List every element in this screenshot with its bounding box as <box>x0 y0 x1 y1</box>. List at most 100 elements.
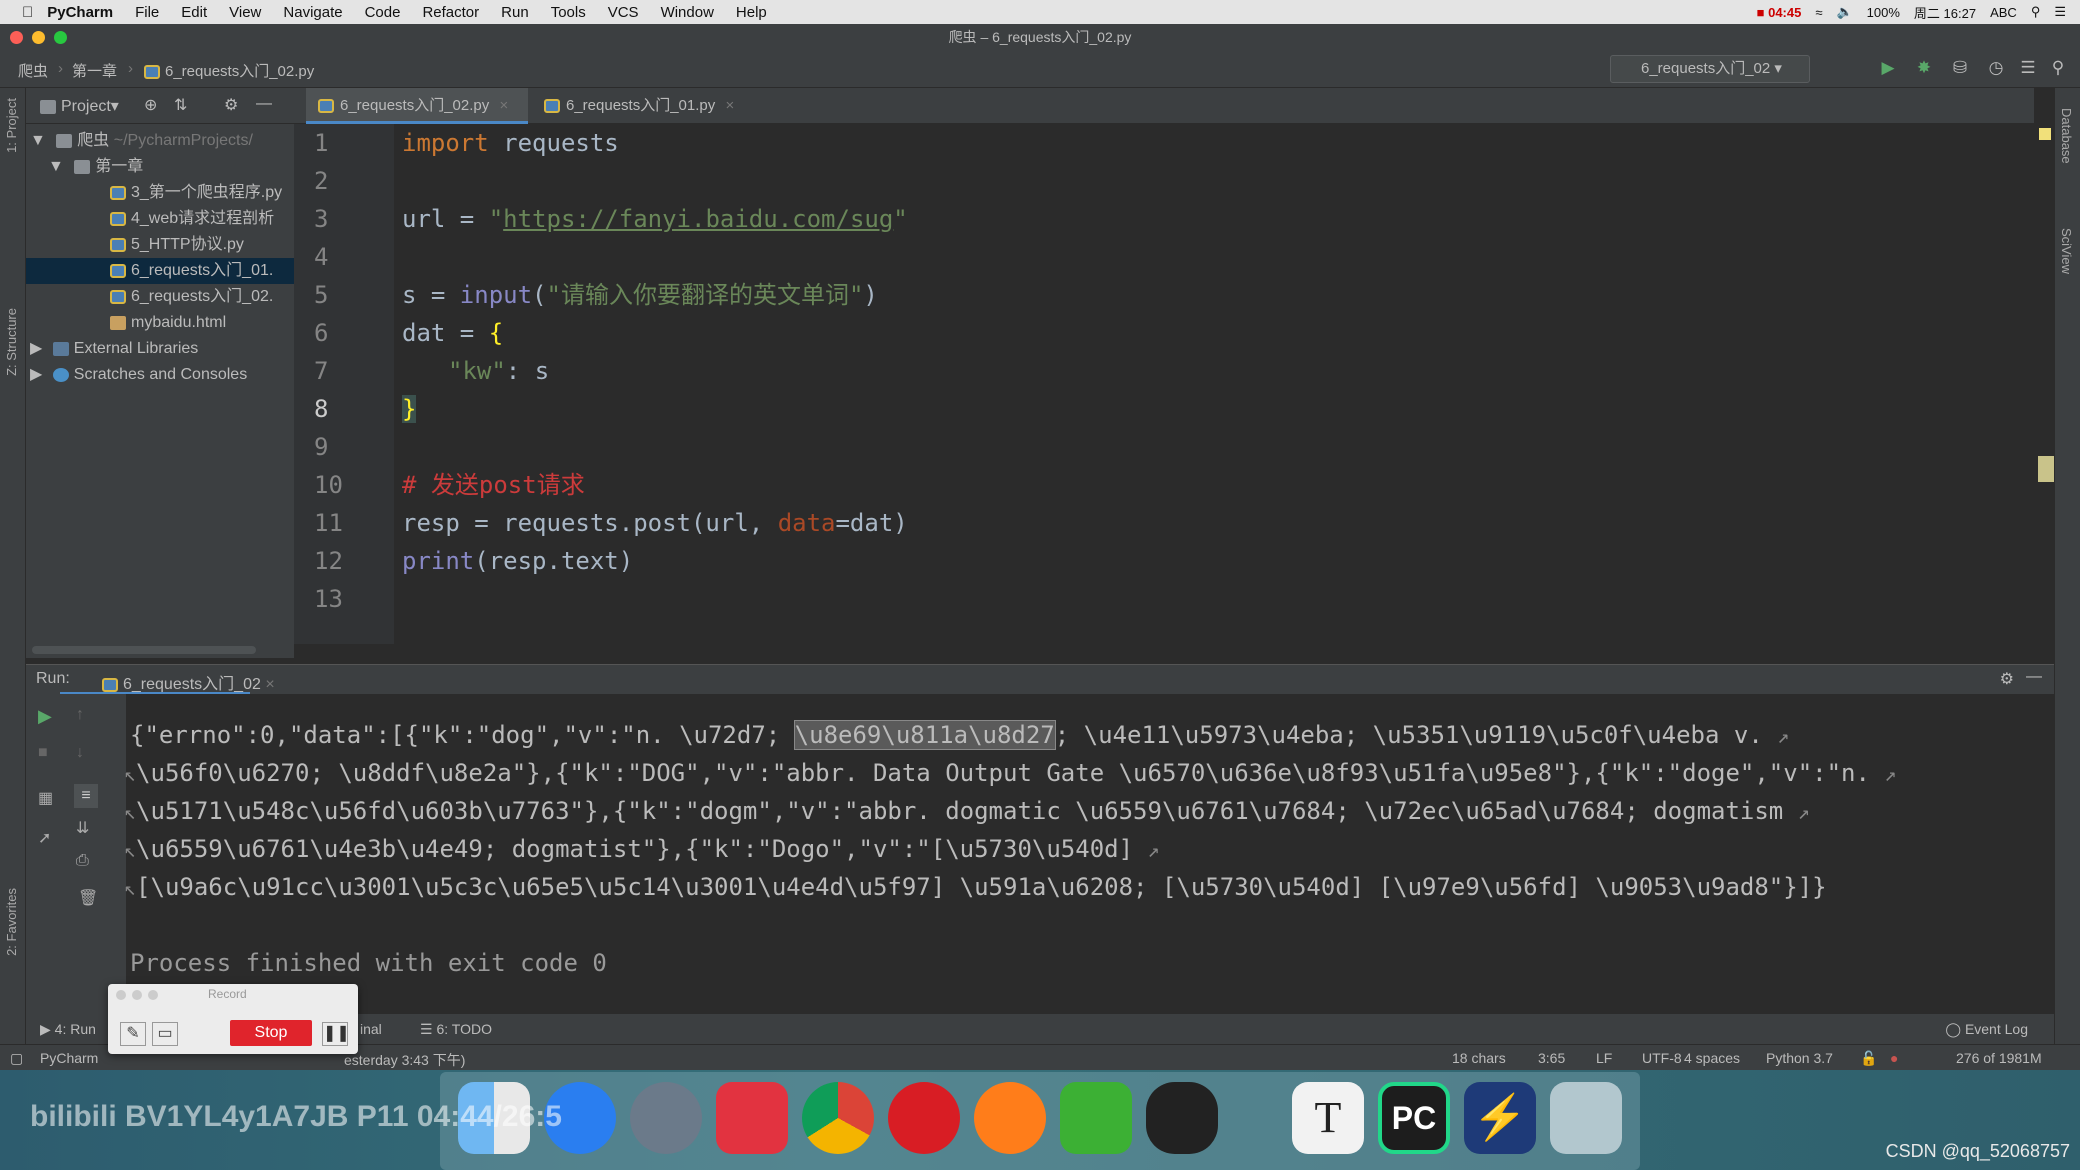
menu-tools[interactable]: Tools <box>551 4 586 21</box>
code-editor[interactable]: import requests url = "https://fanyi.bai… <box>394 124 2034 644</box>
tree-item-file[interactable]: 6_requests入门_02. <box>26 284 294 310</box>
project-view-select[interactable]: Project▾ <box>40 96 119 116</box>
apple-icon[interactable]:  <box>22 4 33 21</box>
typora-icon[interactable]: T <box>1292 1082 1364 1154</box>
menu-file[interactable]: File <box>135 4 159 21</box>
status-line-separator[interactable]: LF <box>1596 1050 1612 1066</box>
trash-icon[interactable]: 🗑 <box>78 888 98 908</box>
build-icon[interactable]: ☰ <box>2018 58 2038 78</box>
database-tool-tab[interactable]: Database <box>2059 108 2074 164</box>
close-tab-icon[interactable]: × <box>499 97 508 114</box>
firefox-icon[interactable] <box>974 1082 1046 1154</box>
pin-icon[interactable]: ➚ <box>38 828 51 848</box>
run-icon[interactable]: ▶ <box>1878 58 1898 78</box>
editor-horizontal-scrollbar[interactable] <box>32 646 256 654</box>
menu-help[interactable]: Help <box>736 4 767 21</box>
spotlight-search-icon[interactable]: ⚲ <box>2031 4 2041 20</box>
tree-item-chapter[interactable]: ▼ 第一章 <box>26 154 294 180</box>
pycharm-icon[interactable]: PC <box>1378 1082 1450 1154</box>
tree-item-file[interactable]: mybaidu.html <box>26 310 294 336</box>
status-toggle-icon[interactable]: ▢ <box>10 1050 23 1067</box>
minimize-window-button[interactable] <box>32 31 45 44</box>
menu-app-name[interactable]: PyCharm <box>47 4 113 21</box>
annotate-icon[interactable]: ✎ <box>120 1022 146 1046</box>
editor-vertical-scrollbar[interactable] <box>2034 124 2054 644</box>
collapse-all-icon[interactable]: ⇅ <box>174 95 187 115</box>
coverage-icon[interactable]: ⛁ <box>1950 58 1970 78</box>
event-log-button[interactable]: ◯ Event Log <box>1945 1021 2028 1038</box>
record-indicator[interactable]: ■ 04:45 <box>1757 5 1802 20</box>
thunder-icon[interactable]: ⚡ <box>1464 1082 1536 1154</box>
qq-icon[interactable] <box>1146 1082 1218 1154</box>
tree-item-file[interactable]: 4_web请求过程剖析 <box>26 206 294 232</box>
soft-wrap-icon[interactable]: ≡ <box>74 784 98 808</box>
scroll-up-icon[interactable]: ↑ <box>76 706 84 724</box>
tree-item-scratches[interactable]: ▶ Scratches and Consoles <box>26 362 294 388</box>
clock[interactable]: 周二 16:27 <box>1914 3 1976 22</box>
breadcrumb-file[interactable]: 6_requests入门_02.py <box>144 60 314 81</box>
chrome-icon[interactable] <box>802 1082 874 1154</box>
tree-item-file[interactable]: 3_第一个爬虫程序.py <box>26 180 294 206</box>
hide-panel-icon[interactable]: — <box>256 95 272 113</box>
close-window-button[interactable] <box>10 31 23 44</box>
status-caret-position[interactable]: 3:65 <box>1538 1050 1565 1066</box>
menu-vcs[interactable]: VCS <box>608 4 639 21</box>
tab-requests-01[interactable]: 6_requests入门_01.py × <box>532 88 754 124</box>
netease-music-icon[interactable] <box>716 1082 788 1154</box>
terminal-tool-button[interactable]: inal <box>360 1021 382 1037</box>
record-minimize-button[interactable] <box>132 990 142 1000</box>
menu-view[interactable]: View <box>229 4 261 21</box>
tree-item-file-selected[interactable]: 6_requests入门_01. <box>26 258 294 284</box>
lock-icon[interactable]: 🔓 <box>1860 1050 1877 1067</box>
menu-edit[interactable]: Edit <box>181 4 207 21</box>
favorites-tool-tab[interactable]: 2: Favorites <box>4 888 19 956</box>
status-memory[interactable]: 276 of 1981M <box>1956 1050 2042 1066</box>
profile-icon[interactable]: ◷ <box>1986 58 2006 78</box>
run-configuration-select[interactable]: 6_requests入门_02 ▾ <box>1610 55 1810 83</box>
pause-icon[interactable]: ❚❚ <box>322 1022 350 1046</box>
scroll-down-icon[interactable]: ↓ <box>76 744 84 762</box>
status-encoding[interactable]: UTF-8 <box>1642 1050 1682 1066</box>
close-tab-icon[interactable]: × <box>725 97 734 114</box>
record-close-button[interactable] <box>116 990 126 1000</box>
rerun-icon[interactable]: ▶ <box>38 706 52 727</box>
stop-icon[interactable]: ■ <box>38 744 48 762</box>
breadcrumb-folder[interactable]: 第一章 <box>72 60 117 81</box>
run-tool-button[interactable]: ▶ 4: Run <box>40 1021 96 1038</box>
tree-item-root[interactable]: ▼ 爬虫 ~/PycharmProjects/ <box>26 128 294 154</box>
search-everywhere-icon[interactable]: ⚲ <box>2048 58 2068 78</box>
url-link[interactable]: https://fanyi.baidu.com/sug <box>503 205 893 233</box>
locate-icon[interactable]: ⊕ <box>144 95 157 115</box>
run-tab[interactable]: 6_requests入门_02 × <box>102 670 275 694</box>
scroll-marker[interactable] <box>2038 456 2054 482</box>
menu-navigate[interactable]: Navigate <box>283 4 342 21</box>
layout-icon[interactable]: ▦ <box>38 788 53 808</box>
breadcrumb-project[interactable]: 爬虫 <box>18 60 48 81</box>
status-indent[interactable]: 4 spaces <box>1684 1050 1740 1066</box>
record-zoom-button[interactable] <box>148 990 158 1000</box>
battery-level[interactable]: 100% <box>1867 5 1900 20</box>
inspection-status-icon[interactable] <box>2039 128 2051 140</box>
menu-window[interactable]: Window <box>661 4 714 21</box>
print-icon[interactable]: ⎙ <box>76 852 89 870</box>
stop-recording-button[interactable]: Stop <box>230 1020 312 1046</box>
tree-item-file[interactable]: 5_HTTP协议.py <box>26 232 294 258</box>
inspector-icon[interactable]: ● <box>1890 1050 1898 1066</box>
input-method[interactable]: ABC <box>1990 5 2017 20</box>
hide-panel-icon[interactable]: — <box>2026 668 2042 686</box>
zoom-window-button[interactable] <box>54 31 67 44</box>
menu-refactor[interactable]: Refactor <box>422 4 479 21</box>
menu-code[interactable]: Code <box>365 4 401 21</box>
launchpad-icon[interactable] <box>630 1082 702 1154</box>
structure-tool-tab[interactable]: Z: Structure <box>4 308 19 376</box>
notification-center-icon[interactable]: ☰ <box>2054 4 2066 20</box>
gear-icon[interactable]: ⚙ <box>2000 669 2014 689</box>
menu-run[interactable]: Run <box>501 4 529 21</box>
sciview-tool-tab[interactable]: SciView <box>2059 228 2074 274</box>
wechat-icon[interactable] <box>1060 1082 1132 1154</box>
project-tool-tab[interactable]: 1: Project <box>4 98 19 153</box>
tree-item-external-libraries[interactable]: ▶ External Libraries <box>26 336 294 362</box>
debug-icon[interactable]: ✸ <box>1914 58 1934 78</box>
status-interpreter[interactable]: Python 3.7 <box>1766 1050 1833 1066</box>
gear-icon[interactable]: ⚙ <box>224 95 238 115</box>
